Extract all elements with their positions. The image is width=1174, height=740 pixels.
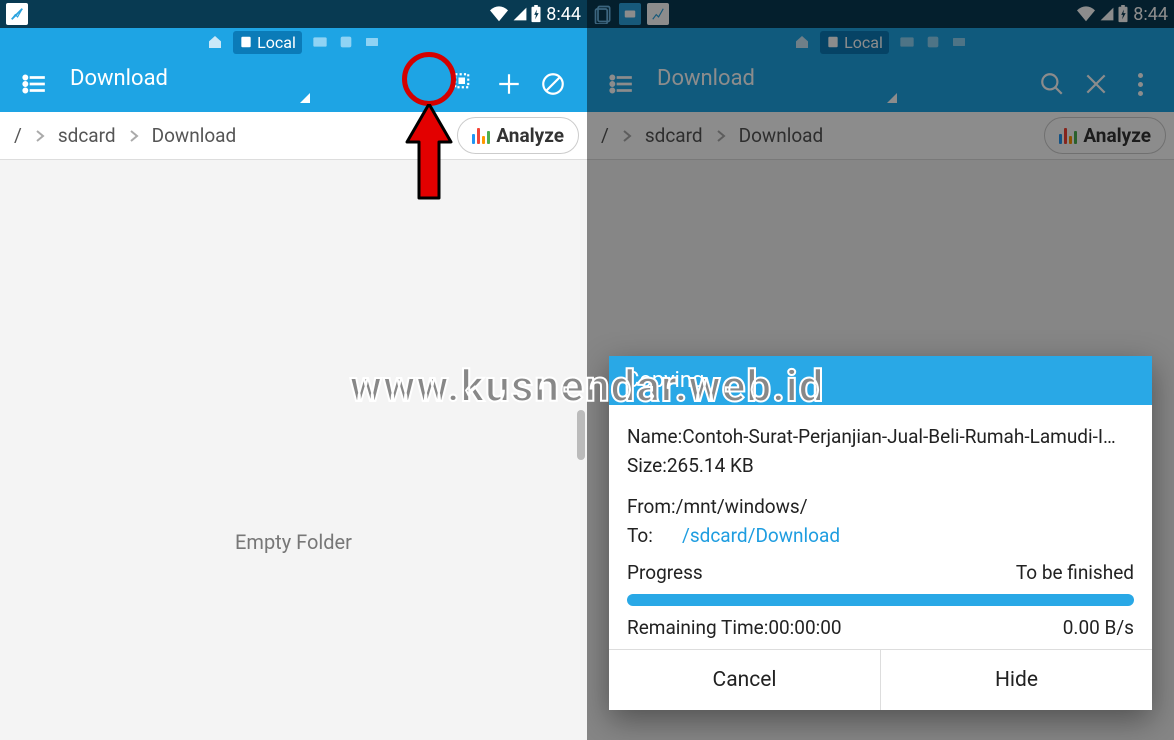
size-label: Size: [627, 454, 667, 477]
android-status-bar: 8:44 [0, 0, 587, 28]
battery-charging-icon [530, 5, 542, 23]
tab-icon-2[interactable] [338, 35, 354, 49]
left-screenshot: 8:44 Local Download [0, 0, 587, 740]
home-icon[interactable] [207, 34, 223, 50]
progress-bar [627, 594, 1134, 606]
breadcrumb-root[interactable]: / [8, 120, 28, 151]
analyze-button[interactable]: Analyze [457, 117, 579, 154]
progress-status: To be finished [1016, 561, 1134, 584]
chevron-right-icon [128, 124, 140, 147]
analyze-label: Analyze [496, 124, 564, 147]
to-value[interactable]: /sdcard/Download [682, 524, 840, 547]
tab-local-label: Local [257, 33, 296, 52]
transfer-speed: 0.00 B/s [1063, 616, 1134, 639]
toolbar-title[interactable]: Download [70, 66, 310, 91]
name-label: Name: [627, 425, 682, 448]
breadcrumb-sdcard[interactable]: sdcard [52, 120, 122, 151]
status-clock: 8:44 [546, 4, 581, 25]
dialog-title: Copying [609, 356, 1152, 405]
name-value: Contoh-Surat-Perjanjian-Jual-Beli-Rumah-… [682, 425, 1116, 448]
empty-folder-label: Empty Folder [0, 530, 587, 554]
select-all-button[interactable] [443, 62, 487, 106]
scrollbar-thumb[interactable] [577, 410, 585, 460]
chevron-right-icon [34, 124, 46, 147]
remaining-label: Remaining Time: [627, 616, 768, 639]
dropdown-indicator-icon [300, 93, 310, 103]
cell-signal-icon [512, 6, 528, 22]
to-label: To: [627, 524, 682, 547]
size-value: 265.14 KB [667, 454, 754, 477]
menu-button[interactable] [12, 62, 56, 106]
tab-icon-3[interactable] [364, 35, 380, 49]
sdcard-icon [239, 35, 253, 49]
tab-local[interactable]: Local [233, 31, 302, 54]
progress-label: Progress [627, 561, 703, 584]
right-screenshot: 8:44 Local Download / [587, 0, 1174, 740]
remaining-value: 00:00:00 [768, 616, 841, 639]
new-button[interactable] [487, 62, 531, 106]
from-value: /mnt/windows/ [676, 495, 808, 518]
tab-icon-1[interactable] [312, 35, 328, 49]
cancel-button[interactable]: Cancel [609, 650, 881, 710]
app-toolbar: Download [0, 56, 587, 112]
window-tab-strip: Local [0, 28, 587, 56]
breadcrumb-download[interactable]: Download [146, 120, 243, 151]
breadcrumb-bar: / sdcard Download Analyze [0, 112, 587, 160]
hide-button[interactable]: Hide [881, 650, 1152, 710]
notification-app-icon [6, 3, 28, 25]
file-list-area: Empty Folder [0, 160, 587, 740]
copy-progress-dialog: Copying Name: Contoh-Surat-Perjanjian-Ju… [609, 356, 1152, 710]
wifi-icon [488, 5, 510, 23]
block-button[interactable] [531, 62, 575, 106]
bars-icon [472, 128, 490, 144]
from-label: From: [627, 495, 676, 518]
